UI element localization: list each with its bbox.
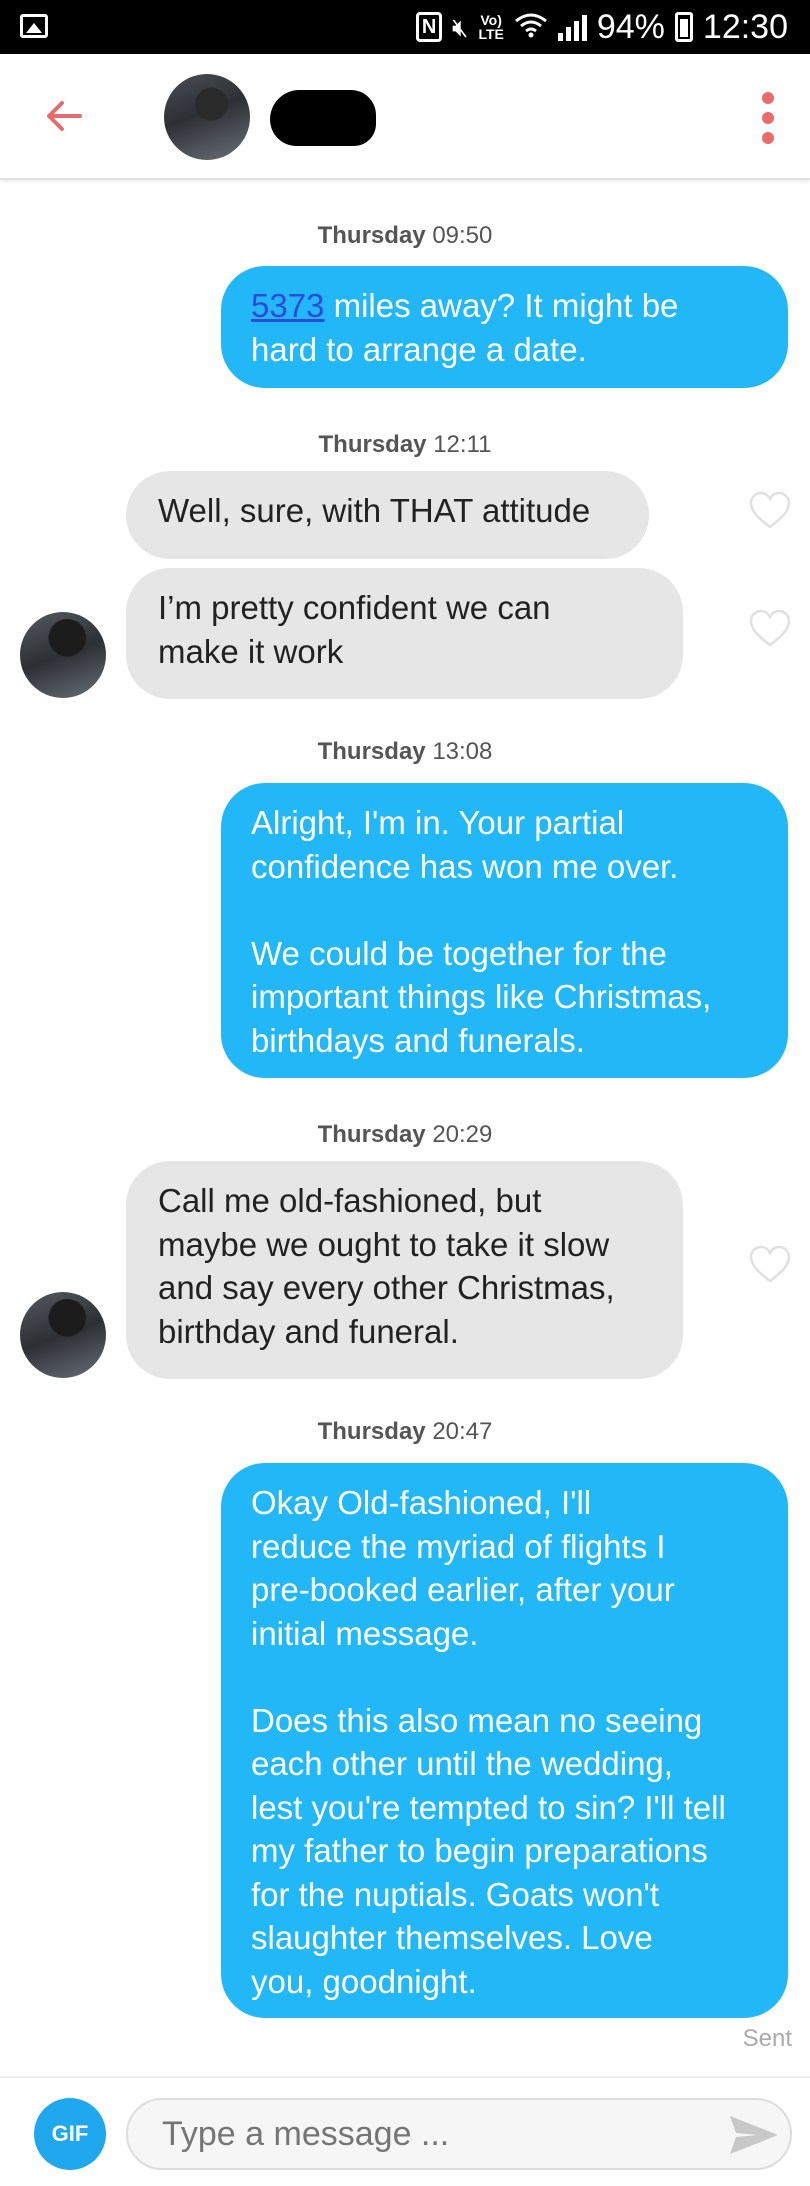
arrow-left-icon[interactable] bbox=[40, 92, 88, 140]
wifi-icon bbox=[514, 12, 548, 42]
battery-icon bbox=[674, 12, 693, 42]
sent-status: Sent bbox=[742, 2025, 792, 2052]
battery-percent: 94% bbox=[596, 7, 665, 46]
timestamp: Thursday 13:08 bbox=[317, 738, 493, 765]
heart-icon[interactable] bbox=[748, 490, 792, 530]
outgoing-message[interactable]: 5373 miles away? It might be hard to arr… bbox=[221, 266, 788, 388]
kebab-menu-icon[interactable] bbox=[762, 92, 776, 144]
heart-icon[interactable] bbox=[748, 1244, 792, 1284]
gif-button[interactable]: GIF bbox=[34, 2098, 106, 2170]
incoming-message[interactable]: I’m pretty confident we can make it work bbox=[126, 568, 683, 699]
redacted-name bbox=[270, 90, 376, 146]
timestamp: Thursday 20:47 bbox=[317, 1418, 493, 1445]
incoming-message[interactable]: Well, sure, with THAT attitude bbox=[126, 471, 649, 559]
chat-header bbox=[0, 54, 810, 180]
message-input[interactable] bbox=[126, 2098, 792, 2170]
match-avatar[interactable] bbox=[164, 74, 250, 160]
nfc-icon: N bbox=[416, 12, 443, 42]
volte-icon: Vo) LTE bbox=[478, 12, 504, 42]
status-bar: N 🔇︎ Vo) LTE 94% 12:30 bbox=[0, 0, 810, 54]
clock: 12:30 bbox=[702, 7, 788, 46]
gallery-icon bbox=[20, 14, 48, 38]
outgoing-message[interactable]: Okay Old-fashioned, I'll reduce the myri… bbox=[221, 1463, 788, 2018]
timestamp: Thursday 09:50 bbox=[317, 222, 493, 249]
distance-link[interactable]: 5373 bbox=[251, 287, 324, 324]
send-arrow-icon[interactable] bbox=[728, 2114, 780, 2156]
timestamp: Thursday 12:11 bbox=[318, 431, 492, 458]
mute-icon: 🔇︎ bbox=[452, 12, 469, 42]
sender-avatar[interactable] bbox=[20, 1292, 106, 1378]
timestamp: Thursday 20:29 bbox=[317, 1121, 493, 1148]
incoming-message[interactable]: Call me old-fashioned, but maybe we ough… bbox=[126, 1161, 683, 1379]
outgoing-message[interactable]: Alright, I'm in. Your partial confidence… bbox=[221, 783, 788, 1078]
message-composer: GIF bbox=[0, 2076, 810, 2186]
sender-avatar[interactable] bbox=[20, 612, 106, 698]
heart-icon[interactable] bbox=[748, 608, 792, 648]
status-icons: N 🔇︎ Vo) LTE 94% 12:30 bbox=[416, 0, 788, 54]
signal-icon bbox=[557, 13, 587, 41]
